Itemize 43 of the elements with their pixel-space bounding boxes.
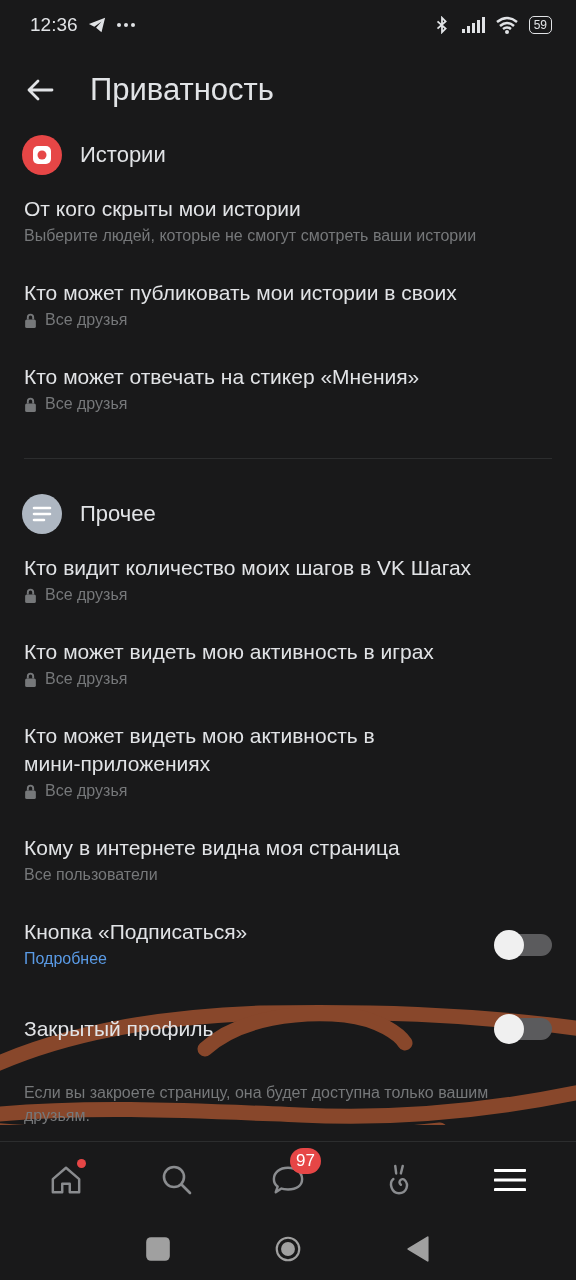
unread-badge: 97 [289,1148,321,1174]
settings-item[interactable]: Кто может отвечать на стикер «Мнения» Все друзья [0,348,576,432]
search-icon[interactable] [160,1164,193,1196]
settings-item[interactable]: Кто видит количество моих шагов в VK Шагах Все друзья [0,539,576,623]
status-time: 12:36 [30,14,78,36]
telegram-icon [87,16,106,34]
item-value: Все друзья [45,586,128,604]
settings-item[interactable]: Кто может видеть мою активность в играх Все друзья [0,623,576,707]
item-title: Закрытый профиль [24,1016,214,1042]
item-value: Все пользователи [24,866,158,884]
item-title: Кто может отвечать на стикер «Мнения» [24,364,421,390]
section-title: Истории [80,142,166,168]
item-value: Все друзья [45,311,128,329]
item-value: Все друзья [45,782,128,800]
stories-icon [22,135,62,175]
battery-level: 59 [533,18,547,32]
item-title: Кто может видеть мою активность в мини-приложениях [24,723,376,777]
section-title: Прочее [80,501,156,527]
wifi-icon [494,16,519,34]
more-icon [115,22,136,28]
signal-icon [460,16,485,34]
chat-bubble-icon[interactable] [271,1164,304,1196]
item-title: Кто может видеть мою активность в играх [24,639,435,665]
settings-item[interactable]: От кого скрыты мои истории Выберите людей, которые не смогут смотреть ваши истории [0,180,576,264]
item-title: Кнопка «Подписаться» [24,919,248,945]
list-icon [22,494,62,534]
item-title: Кому в интернете видна моя страница [24,835,401,861]
item-title: Кто может публиковать мои истории в своих [24,280,458,306]
item-title: Кто видит количество моих шагов в VK Шагах [24,555,473,581]
settings-item[interactable]: Кому в интернете видна моя страница Все пользователи [0,819,576,903]
page-title: Приватность [90,72,274,108]
more-link[interactable]: Подробнее [24,946,107,972]
settings-item[interactable]: Кто может видеть мою активность в мини-приложениях Все друзья [0,707,576,819]
home-icon[interactable] [49,1164,82,1196]
item-title: От кого скрыты мои истории [24,196,302,222]
item-value: Все друзья [45,670,128,688]
recents-icon[interactable] [145,1236,171,1262]
back-arrow-icon[interactable] [26,78,54,102]
home-button-icon[interactable] [275,1236,301,1262]
back-icon[interactable] [405,1236,431,1262]
settings-item[interactable]: Кто может публиковать мои истории в своих Все друзья [0,264,576,348]
item-value: Все друзья [45,395,128,413]
item-value: Выберите людей, которые не смогут смотреть ваши истории [24,227,477,245]
